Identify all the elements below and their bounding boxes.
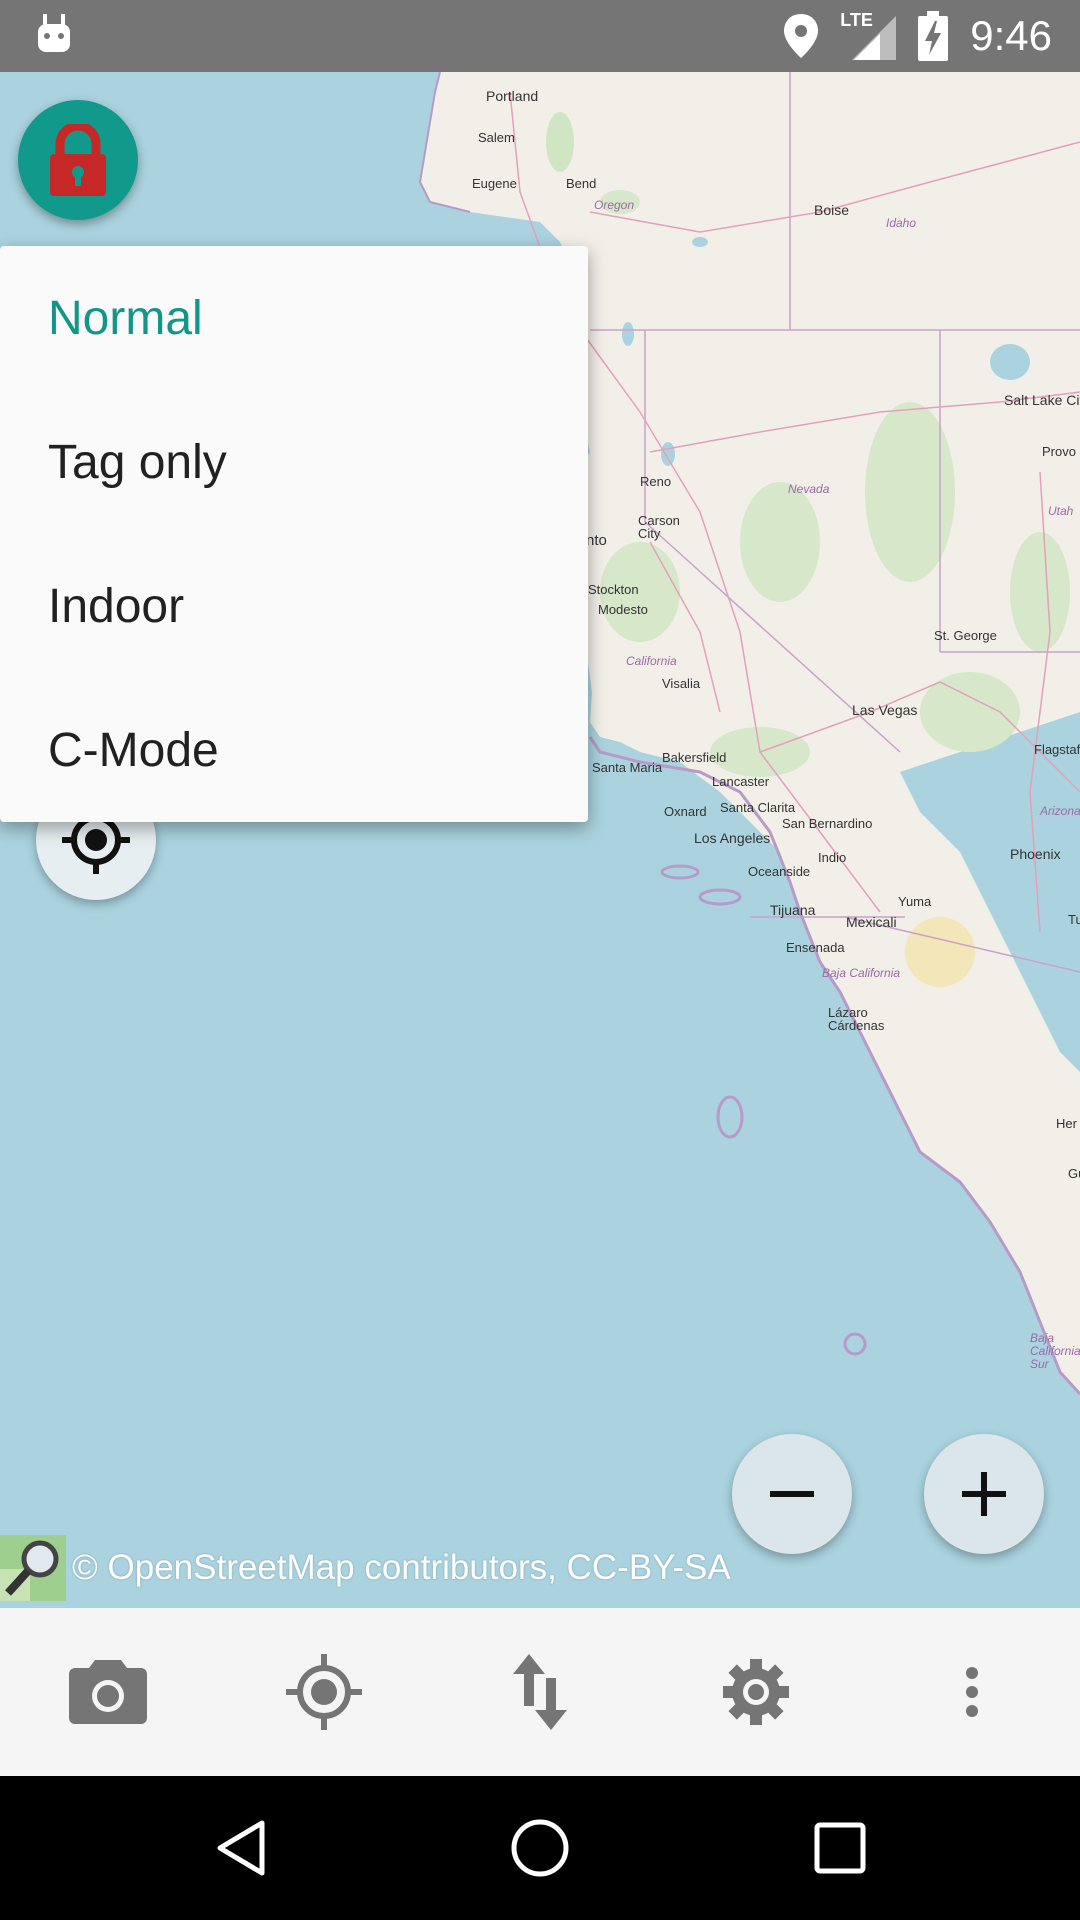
menu-item-c-mode[interactable]: C-Mode bbox=[0, 678, 588, 822]
status-bar: LTE 9:46 bbox=[0, 0, 1080, 72]
map-label: Flagstaff bbox=[1034, 742, 1080, 757]
map-label: Baja California bbox=[822, 966, 901, 980]
map-label: Nevada bbox=[788, 482, 830, 496]
bottom-toolbar bbox=[0, 1608, 1080, 1776]
nav-recents-button[interactable] bbox=[760, 1776, 920, 1920]
map-label: Carson City bbox=[638, 513, 680, 541]
map-label: Eugene bbox=[472, 176, 517, 191]
gear-icon bbox=[723, 1659, 789, 1725]
map-label: California bbox=[626, 654, 677, 668]
map-label: Indio bbox=[818, 850, 847, 865]
map-label: Mexicali bbox=[846, 914, 897, 930]
menu-item-normal[interactable]: Normal bbox=[0, 246, 588, 390]
map-label: Boise bbox=[814, 202, 850, 218]
map-label: Salem bbox=[478, 130, 515, 145]
map-label: Arizona bbox=[1040, 804, 1080, 818]
map-label: Santa Clarita bbox=[720, 800, 796, 815]
transfer-button[interactable] bbox=[432, 1608, 648, 1776]
map-attribution: © OpenStreetMap contributors, CC-BY-SA bbox=[0, 1532, 731, 1604]
map-label: St. George bbox=[934, 628, 997, 643]
gps-button[interactable] bbox=[216, 1608, 432, 1776]
map-label: Lancaster bbox=[712, 774, 770, 789]
map-label: Her bbox=[1056, 1116, 1077, 1131]
lock-icon bbox=[50, 124, 106, 196]
map-label: Bakersfield bbox=[662, 750, 727, 765]
menu-item-tag-only[interactable]: Tag only bbox=[0, 390, 588, 534]
map-label: Santa Maria bbox=[592, 760, 663, 775]
map-label: Modesto bbox=[598, 602, 648, 617]
map-label: Lázaro Cárdenas bbox=[828, 1005, 885, 1033]
system-nav-bar bbox=[0, 1776, 1080, 1920]
gps-icon bbox=[286, 1654, 362, 1730]
network-type: LTE bbox=[840, 10, 873, 30]
map-label: Portland bbox=[486, 88, 539, 104]
map-label: Visalia bbox=[662, 676, 701, 691]
location-icon bbox=[784, 14, 819, 58]
nav-back-button[interactable] bbox=[160, 1776, 320, 1920]
map-label: nto bbox=[586, 532, 607, 549]
settings-button[interactable] bbox=[648, 1608, 864, 1776]
lock-button[interactable] bbox=[18, 100, 138, 220]
camera-icon bbox=[69, 1660, 147, 1724]
map-label: Oceanside bbox=[748, 864, 811, 879]
map-label: Los Angeles bbox=[694, 830, 771, 846]
map-label: Bend bbox=[566, 176, 597, 191]
map-label: Oxnard bbox=[664, 804, 707, 819]
overflow-menu-button[interactable] bbox=[864, 1608, 1080, 1776]
map-label: Tu bbox=[1068, 912, 1080, 927]
map-label: Yuma bbox=[898, 894, 932, 909]
screen: LTE 9:46 Portland Salem Eugene Bend Oreg… bbox=[0, 0, 1080, 1920]
minus-icon bbox=[770, 1491, 814, 1497]
plus-icon bbox=[962, 1472, 1006, 1516]
more-vert-icon bbox=[966, 1667, 978, 1717]
recents-square-icon bbox=[814, 1822, 866, 1874]
nav-home-button[interactable] bbox=[460, 1776, 620, 1920]
zoom-in-button[interactable] bbox=[924, 1434, 1044, 1554]
zoom-out-button[interactable] bbox=[732, 1434, 852, 1554]
home-circle-icon bbox=[511, 1819, 569, 1877]
map-label: Utah bbox=[1048, 504, 1074, 518]
map-label: Baja California Sur bbox=[1030, 1331, 1080, 1371]
map-label: Reno bbox=[640, 474, 672, 489]
map-label: Gu bbox=[1068, 1166, 1080, 1181]
map-label: Salt Lake City bbox=[1004, 392, 1080, 408]
map-label: Tijuana bbox=[770, 902, 816, 918]
battery-charging-icon bbox=[918, 11, 949, 61]
back-triangle-icon bbox=[217, 1820, 265, 1876]
map-label: Phoenix bbox=[1010, 846, 1061, 862]
status-time: 9:46 bbox=[970, 12, 1052, 59]
mode-menu: Normal Tag only Indoor C-Mode bbox=[0, 246, 588, 822]
upload-download-icon bbox=[513, 1654, 567, 1730]
android-debug-icon bbox=[38, 14, 70, 52]
map-label: Idaho bbox=[886, 216, 917, 230]
map-magnifier-icon[interactable] bbox=[0, 1535, 66, 1601]
camera-button[interactable] bbox=[0, 1608, 216, 1776]
map-label: Provo bbox=[1042, 444, 1076, 459]
map-label: San Bernardino bbox=[782, 816, 873, 831]
menu-item-indoor[interactable]: Indoor bbox=[0, 534, 588, 678]
map-label: Stockton bbox=[588, 582, 639, 597]
map-label: Ensenada bbox=[786, 940, 845, 955]
map-label: Oregon bbox=[594, 198, 635, 212]
lte-signal-icon: LTE bbox=[840, 10, 897, 60]
attribution-text: © OpenStreetMap contributors, CC-BY-SA bbox=[72, 1548, 731, 1587]
map-label: Las Vegas bbox=[852, 702, 918, 718]
